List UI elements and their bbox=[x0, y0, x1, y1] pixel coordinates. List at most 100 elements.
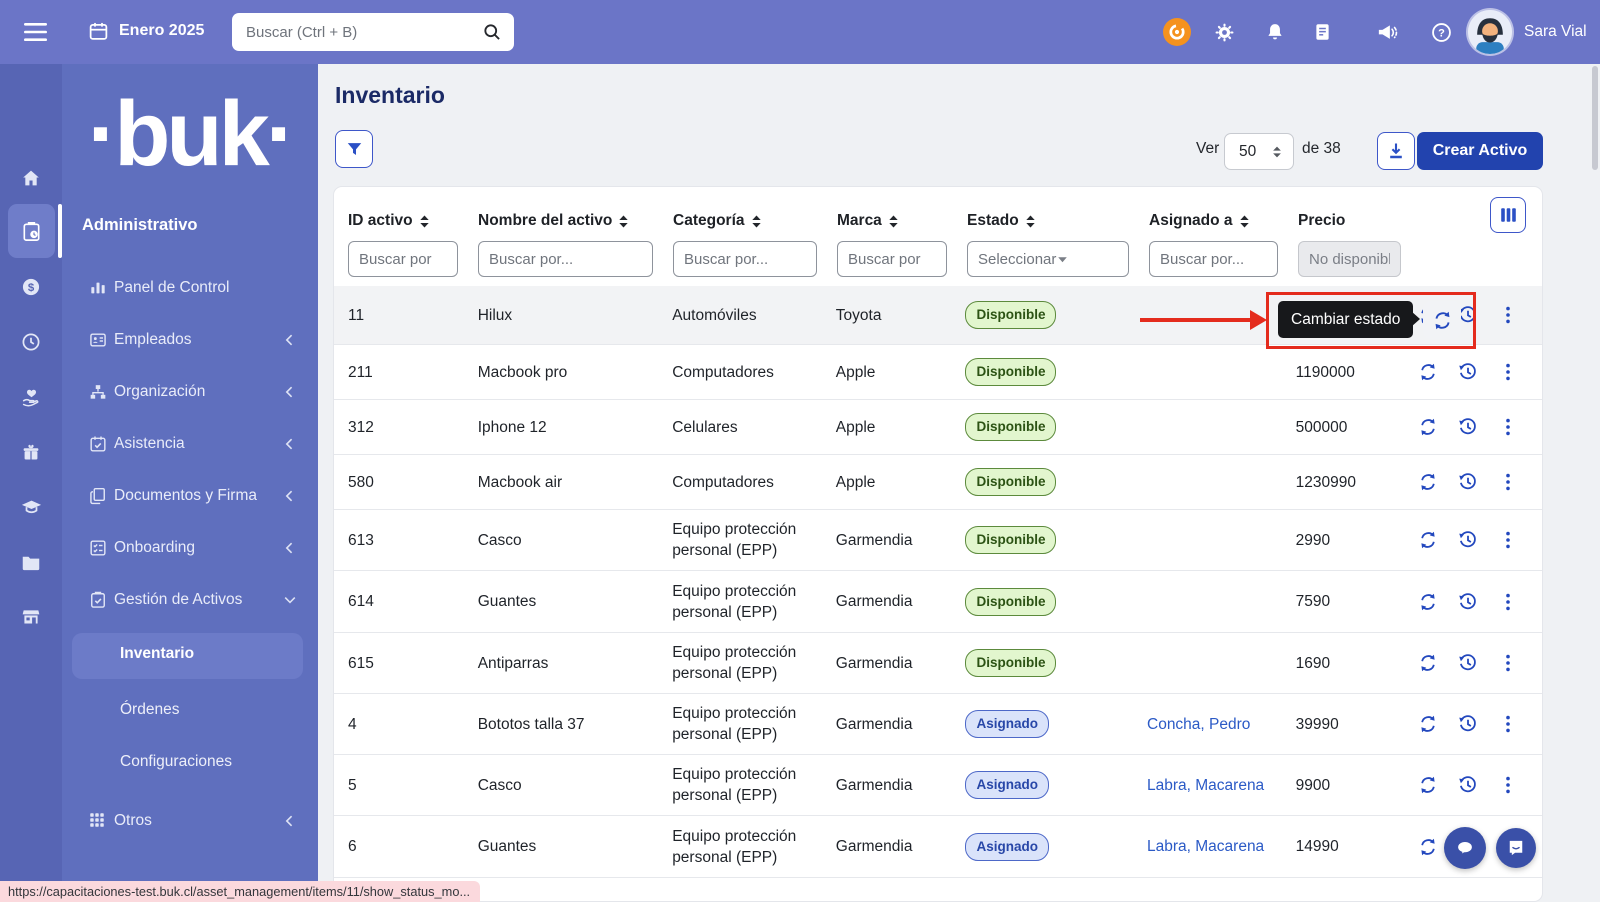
graduation-icon[interactable] bbox=[0, 485, 62, 529]
home-icon[interactable] bbox=[0, 156, 62, 200]
change-status-icon[interactable] bbox=[1418, 714, 1438, 734]
row-menu-icon[interactable] bbox=[1498, 305, 1518, 325]
filter-input[interactable] bbox=[478, 241, 653, 277]
estado-filter-select[interactable]: Seleccionar bbox=[967, 241, 1129, 277]
bell-icon[interactable] bbox=[1264, 0, 1286, 64]
history-icon[interactable] bbox=[1458, 653, 1478, 673]
row-menu-icon[interactable] bbox=[1498, 775, 1518, 795]
row-menu-icon[interactable] bbox=[1498, 592, 1518, 612]
history-icon[interactable] bbox=[1458, 472, 1478, 492]
change-status-icon[interactable] bbox=[1418, 775, 1438, 795]
table-row[interactable]: 211 Macbook pro Computadores Apple Dispo… bbox=[334, 345, 1542, 400]
gear-icon[interactable] bbox=[1213, 0, 1236, 64]
history-icon[interactable] bbox=[1458, 305, 1478, 325]
table-row[interactable]: 11 Hilux Automóviles Toyota Disponible bbox=[334, 286, 1542, 345]
table-row[interactable]: 6 Guantes Equipo protección personal (EP… bbox=[334, 816, 1542, 878]
column-header[interactable]: Marca bbox=[837, 203, 967, 239]
change-status-icon[interactable] bbox=[1418, 472, 1438, 492]
user-menu[interactable]: Sara Vial bbox=[1468, 10, 1587, 54]
help-icon[interactable]: ? bbox=[1430, 0, 1453, 64]
sidebar-item-empleados[interactable]: Empleados bbox=[62, 314, 318, 366]
page-scrollbar[interactable] bbox=[1592, 66, 1598, 170]
table-row[interactable]: 580 Macbook air Computadores Apple Dispo… bbox=[334, 455, 1542, 510]
columns-toggle-button[interactable] bbox=[1490, 197, 1526, 233]
sort-icon[interactable] bbox=[1238, 214, 1251, 229]
table-row[interactable]: 613 Casco Equipo protección personal (EP… bbox=[334, 510, 1542, 571]
news-icon[interactable] bbox=[1312, 0, 1333, 64]
avatar[interactable] bbox=[1468, 10, 1512, 54]
download-button[interactable] bbox=[1377, 132, 1415, 170]
column-header[interactable]: Estado bbox=[967, 203, 1149, 239]
history-icon[interactable] bbox=[1458, 417, 1478, 437]
sidebar-subitem-configuraciones[interactable]: Configuraciones bbox=[120, 753, 232, 771]
table-row[interactable]: 4 Bototos talla 37 Equipo protección per… bbox=[334, 694, 1542, 755]
sidebar-item-gestion-de-activos[interactable]: Gestión de Activos bbox=[62, 574, 318, 626]
sidebar-subitem-ordenes[interactable]: Órdenes bbox=[120, 701, 179, 719]
sort-icon[interactable] bbox=[418, 214, 431, 229]
clipboard-clock-icon[interactable] bbox=[0, 209, 62, 253]
history-icon[interactable] bbox=[1458, 592, 1478, 612]
filter-input[interactable] bbox=[673, 241, 817, 277]
filter-input[interactable] bbox=[348, 241, 458, 277]
change-status-icon[interactable] bbox=[1418, 530, 1438, 550]
table-row[interactable]: 312 Iphone 12 Celulares Apple Disponible… bbox=[334, 400, 1542, 455]
row-menu-icon[interactable] bbox=[1498, 530, 1518, 550]
table-row[interactable]: 614 Guantes Equipo protección personal (… bbox=[334, 571, 1542, 633]
history-icon[interactable] bbox=[1458, 530, 1478, 550]
messenger-button[interactable] bbox=[1496, 828, 1536, 868]
row-menu-icon[interactable] bbox=[1498, 653, 1518, 673]
change-status-icon[interactable] bbox=[1418, 837, 1438, 857]
column-header[interactable]: ID activo bbox=[348, 203, 478, 239]
sidebar-item-asistencia[interactable]: Asistencia bbox=[62, 418, 318, 470]
history-icon[interactable] bbox=[1458, 775, 1478, 795]
sidebar-item-organizacion[interactable]: Organización bbox=[62, 366, 318, 418]
global-search[interactable] bbox=[232, 13, 514, 51]
change-status-icon[interactable] bbox=[1418, 362, 1438, 382]
change-status-button[interactable] bbox=[1423, 301, 1461, 339]
period-selector[interactable]: Enero 2025 bbox=[88, 20, 204, 42]
page-size-select[interactable]: 50 bbox=[1224, 133, 1294, 170]
table-row[interactable]: 5 Casco Equipo protección personal (EPP)… bbox=[334, 755, 1542, 816]
row-menu-icon[interactable] bbox=[1498, 472, 1518, 492]
filter-input[interactable] bbox=[1149, 241, 1278, 277]
row-menu-icon[interactable] bbox=[1498, 417, 1518, 437]
hamburger-menu-icon[interactable] bbox=[24, 21, 48, 43]
assigned-person-link[interactable]: Labra, Macarena bbox=[1147, 838, 1264, 855]
table-row[interactable]: 615 Antiparras Equipo protección persona… bbox=[334, 633, 1542, 694]
sort-icon[interactable] bbox=[617, 214, 630, 229]
dollar-icon[interactable]: $ bbox=[0, 265, 62, 309]
chat-bubble-button[interactable] bbox=[1444, 827, 1486, 869]
sidebar-item-panel-de-control[interactable]: Panel de Control bbox=[62, 262, 318, 314]
change-status-icon[interactable] bbox=[1418, 417, 1438, 437]
history-icon[interactable] bbox=[1458, 362, 1478, 382]
assigned-person-link[interactable]: Concha, Pedro bbox=[1147, 716, 1250, 733]
create-asset-button[interactable]: Crear Activo bbox=[1417, 132, 1543, 170]
column-header[interactable]: Asignado a bbox=[1149, 203, 1298, 239]
row-menu-icon[interactable] bbox=[1498, 362, 1518, 382]
change-status-icon[interactable] bbox=[1418, 653, 1438, 673]
gift-icon[interactable] bbox=[0, 430, 62, 474]
sidebar-item-onboarding[interactable]: Onboarding bbox=[62, 522, 318, 574]
filter-input[interactable] bbox=[837, 241, 947, 277]
history-icon[interactable] bbox=[1458, 714, 1478, 734]
row-menu-icon[interactable] bbox=[1498, 714, 1518, 734]
clock-icon[interactable] bbox=[0, 320, 62, 364]
store-icon[interactable] bbox=[0, 594, 62, 638]
sidebar-subitem-inventario[interactable]: Inventario bbox=[72, 633, 303, 679]
column-header[interactable]: Categoría bbox=[673, 203, 837, 239]
search-input[interactable] bbox=[244, 23, 482, 42]
filter-button[interactable] bbox=[335, 130, 373, 168]
sort-icon[interactable] bbox=[887, 214, 900, 229]
column-header[interactable]: Nombre del activo bbox=[478, 203, 673, 239]
sidebar-item-otros[interactable]: Otros bbox=[62, 795, 318, 847]
megaphone-icon[interactable] bbox=[1375, 0, 1399, 64]
change-status-icon[interactable] bbox=[1418, 592, 1438, 612]
search-icon[interactable] bbox=[482, 22, 502, 42]
assigned-person-link[interactable]: Labra, Macarena bbox=[1147, 777, 1264, 794]
sort-icon[interactable] bbox=[1024, 214, 1037, 229]
folder-icon[interactable] bbox=[0, 540, 62, 584]
hand-heart-icon[interactable] bbox=[0, 375, 62, 419]
support-badge-icon[interactable] bbox=[1163, 0, 1191, 64]
sort-icon[interactable] bbox=[750, 214, 763, 229]
sidebar-item-documentos-y-firma[interactable]: Documentos y Firma bbox=[62, 470, 318, 522]
